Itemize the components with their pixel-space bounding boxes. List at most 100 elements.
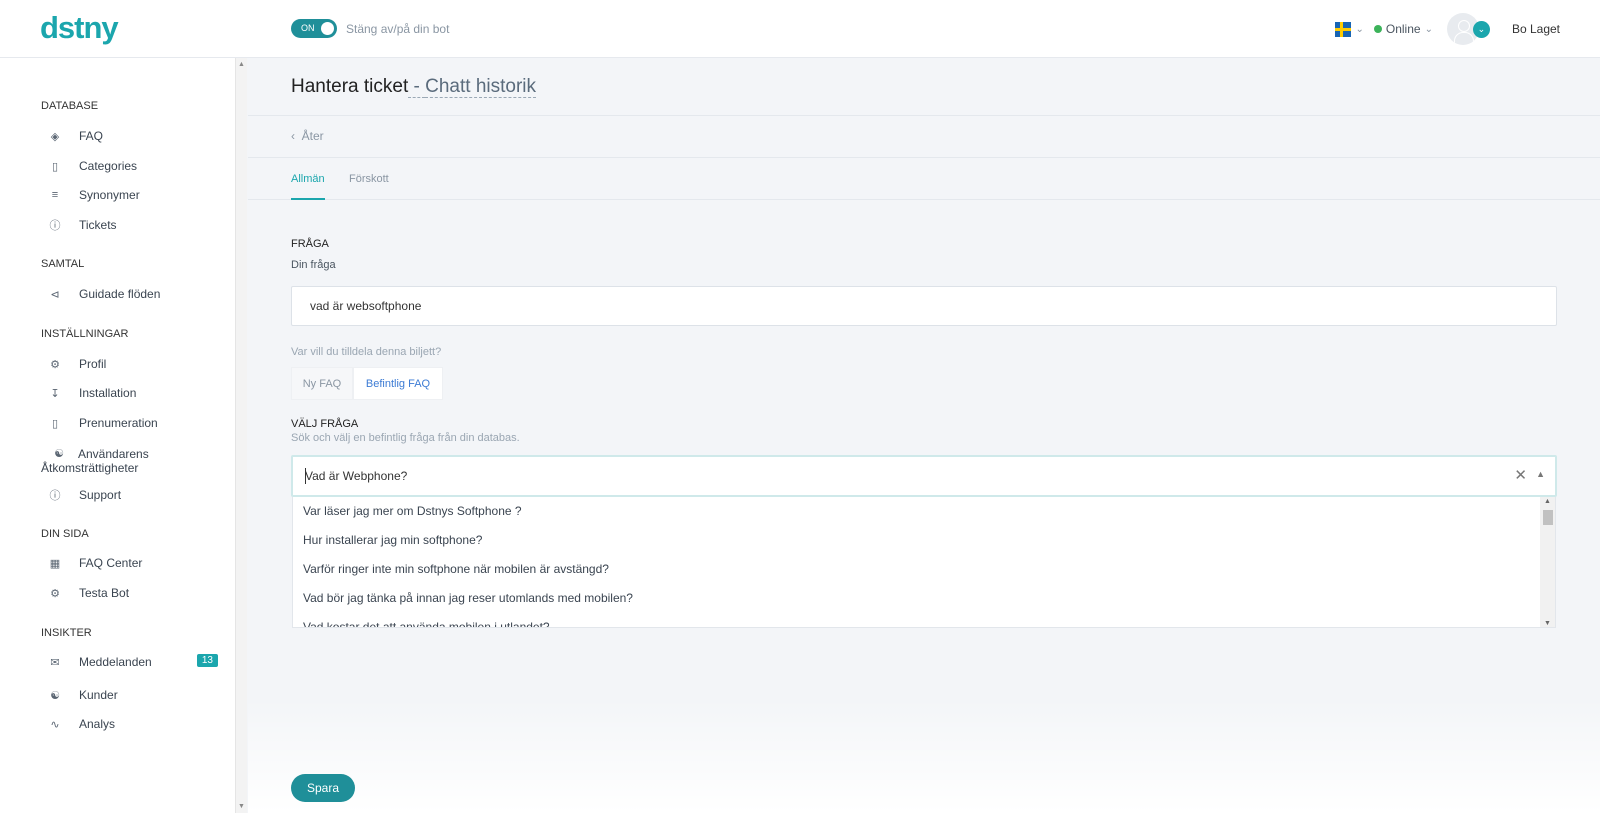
sidebar-item-label: FAQ	[79, 129, 104, 143]
download-icon: ↧	[50, 387, 60, 400]
question-heading: FRÅGA	[291, 238, 329, 250]
page-title-text: Hantera ticket	[291, 76, 409, 97]
sidebar-item-installation[interactable]: ↧ Installation	[41, 380, 231, 406]
dropdown-option[interactable]: Varför ringer inte min softphone när mob…	[293, 555, 1555, 584]
dropdown-option[interactable]: Vad bör jag tänka på innan jag reser uto…	[293, 584, 1555, 613]
page-title: Hantera ticket - Chatt historik	[291, 76, 536, 98]
gear-icon: ⚙	[50, 358, 60, 371]
existing-faq-option[interactable]: Befintlig FAQ	[353, 367, 443, 400]
page-subtitle-link[interactable]: Chatt historik	[425, 76, 536, 98]
sidebar-item-label: Profil	[79, 357, 107, 371]
sidebar-item-label: Tickets	[79, 218, 117, 232]
bot-toggle-wrapper: ON Stäng av/på din bot	[291, 19, 449, 38]
back-link[interactable]: ‹ Åter	[291, 129, 324, 143]
title-separator: -	[408, 76, 426, 98]
sidebar-item-categories[interactable]: ▯ Categories	[41, 153, 231, 179]
sidebar-item-synonymer[interactable]: ≡ Synonymer	[41, 182, 231, 208]
toggle-state-label: ON	[301, 23, 315, 33]
sidebar-item-profil[interactable]: ⚙ Profil	[41, 351, 231, 377]
sidebar-item-label: Prenumeration	[79, 416, 158, 430]
caret-up-icon[interactable]: ▲	[1536, 469, 1545, 479]
sidebar-item-analys[interactable]: ∿ Analys	[41, 711, 231, 737]
sidebar-item-label: FAQ Center	[79, 556, 143, 570]
swedish-flag-icon[interactable]	[1335, 21, 1352, 37]
faq-dropdown-list: Var läser jag mer om Dstnys Softphone ? …	[292, 497, 1556, 628]
scroll-up-arrow-icon[interactable]: ▲	[238, 61, 245, 68]
dropdown-scrollbar[interactable]: ▲ ▼	[1540, 497, 1555, 627]
bottom-fade	[248, 698, 1600, 813]
save-button[interactable]: Spara	[291, 774, 355, 802]
grid-icon: ▦	[49, 557, 61, 570]
back-row: ‹ Åter	[248, 116, 1600, 158]
sidebar: DATABASE ◈ FAQ ▯ Categories ≡ Synonymer …	[0, 58, 247, 813]
tab-forskott[interactable]: Förskott	[349, 173, 389, 200]
username[interactable]: Bo Laget	[1512, 22, 1560, 36]
selected-value[interactable]: Vad är Webphone?	[305, 469, 407, 483]
dropdown-option[interactable]: Var läser jag mer om Dstnys Softphone ?	[293, 497, 1555, 526]
clipboard-icon: ▯	[51, 160, 59, 173]
user-controls: ⌄ Online ⌄ ⌄ Bo Laget	[1335, 13, 1560, 45]
back-label: Åter	[301, 129, 324, 143]
section-din-sida: DIN SIDA	[41, 528, 89, 540]
main-content: Hantera ticket - Chatt historik ‹ Åter A…	[248, 58, 1600, 813]
users-icon: ☯	[50, 689, 60, 702]
scroll-up-arrow-icon[interactable]: ▲	[1544, 498, 1551, 505]
chevron-left-icon: ‹	[291, 129, 302, 143]
new-faq-option[interactable]: Ny FAQ	[291, 367, 353, 400]
sidebar-item-label: Categories	[79, 159, 138, 173]
tabs: Allmän Förskott	[248, 158, 1600, 200]
sidebar-item-meddelanden[interactable]: ✉ Meddelanden 13	[41, 649, 231, 675]
info-icon: ⓘ	[49, 490, 61, 502]
sidebar-item-guidade-floden[interactable]: ⊲ Guidade flöden	[41, 281, 231, 307]
sidebar-item-label: Testa Bot	[79, 586, 130, 600]
cogs-icon: ⚙	[50, 587, 60, 600]
sidebar-item-tickets[interactable]: ⓘ Tickets	[41, 212, 231, 238]
tab-allman[interactable]: Allmän	[291, 173, 325, 200]
sidebar-item-testa-bot[interactable]: ⚙ Testa Bot	[41, 580, 231, 606]
sidebar-item-label: Installation	[79, 386, 137, 400]
clear-icon[interactable]: ✕	[1514, 466, 1527, 484]
help-circle-icon: ⓘ	[49, 220, 61, 232]
count-badge: 13	[196, 654, 218, 667]
scrollbar-thumb[interactable]	[1543, 510, 1553, 525]
select-help-text: Sök och välj en befintlig fråga från din…	[291, 432, 520, 444]
language-chevron-down-icon[interactable]: ⌄	[1355, 24, 1363, 35]
assign-question: Var vill du tilldela denna biljett?	[291, 346, 442, 358]
user-menu-chevron-icon[interactable]: ⌄	[1472, 20, 1490, 38]
sidebar-item-faq[interactable]: ◈ FAQ	[41, 123, 231, 149]
bot-toggle[interactable]: ON	[291, 19, 337, 38]
layers-icon: ◈	[50, 130, 60, 143]
sidebar-item-label: Guidade flöden	[79, 287, 161, 301]
logo[interactable]: dstny	[40, 10, 119, 46]
sidebar-item-support[interactable]: ⓘ Support	[41, 482, 231, 508]
section-samtal: SAMTAL	[41, 258, 85, 270]
status-text[interactable]: Online	[1386, 22, 1421, 36]
sidebar-item-label: Support	[79, 488, 122, 502]
section-installningar: INSTÄLLNINGAR	[41, 328, 129, 340]
dropdown-option[interactable]: Hur installerar jag min softphone?	[293, 526, 1555, 555]
page-header: Hantera ticket - Chatt historik	[248, 58, 1600, 116]
sidebar-item-prenumeration[interactable]: ▯ Prenumeration	[41, 410, 231, 436]
section-database: DATABASE	[41, 100, 99, 112]
sidebar-scrollbar[interactable]: ▲ ▼	[235, 58, 247, 813]
users-icon: ☯	[54, 448, 64, 460]
status-chevron-down-icon[interactable]: ⌄	[1425, 24, 1433, 35]
top-bar: dstny ON Stäng av/på din bot ⌄ Online ⌄ …	[0, 0, 1600, 58]
scroll-down-arrow-icon[interactable]: ▼	[238, 803, 245, 810]
sidebar-item-label: Synonymer	[79, 188, 140, 202]
section-insikter: INSIKTER	[41, 627, 92, 639]
dropdown-option[interactable]: Vad kostar det att använda mobilen i utl…	[293, 613, 1555, 627]
toggle-description: Stäng av/på din bot	[346, 21, 450, 36]
sidebar-item-kunder[interactable]: ☯ Kunder	[41, 682, 231, 708]
stack-icon: ≡	[51, 189, 59, 201]
toggle-knob	[321, 22, 334, 35]
sidebar-item-faq-center[interactable]: ▦ FAQ Center	[41, 550, 231, 576]
sidebar-item-label: Kunder	[79, 688, 118, 702]
sidebar-item-label: Meddelanden	[79, 655, 152, 669]
question-input[interactable]: vad är websoftphone	[291, 286, 1557, 326]
faq-select[interactable]: Vad är Webphone? ✕ ▲	[291, 455, 1557, 497]
scroll-down-arrow-icon[interactable]: ▼	[1544, 620, 1551, 627]
chat-icon: ✉	[50, 656, 60, 669]
question-label: Din fråga	[291, 259, 336, 271]
share-icon: ⊲	[50, 288, 60, 301]
